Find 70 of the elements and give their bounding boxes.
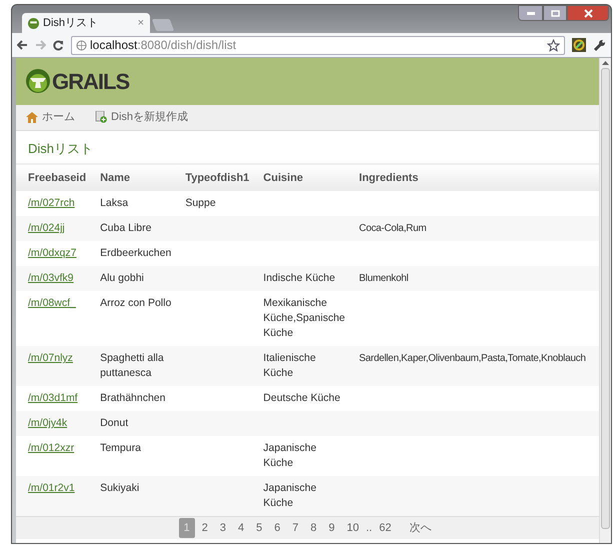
ellipsis: .. [366, 520, 372, 536]
page-link[interactable]: 62 [374, 518, 396, 538]
id-link[interactable]: /m/08wcf_ [28, 297, 76, 310]
table-cell: Indische Küche [263, 272, 336, 284]
id-link[interactable]: /m/012xzr [28, 442, 74, 454]
maximize-button[interactable] [543, 5, 567, 21]
page-link[interactable]: 4 [233, 518, 250, 538]
table-cell: Sukiyaki [100, 482, 140, 494]
logo-icon [28, 18, 39, 28]
id-link[interactable]: /m/07nlyz [28, 352, 73, 364]
page-link[interactable]: 7 [287, 518, 304, 538]
table-cell: Japanische Küche [263, 442, 316, 470]
globe-icon [76, 40, 87, 50]
table-cell: Tempura [100, 442, 141, 454]
nav-link[interactable]: ホーム [26, 109, 75, 126]
address-bar[interactable]: localhost:8080/dish/dish/list [71, 36, 565, 54]
maximize-icon [550, 10, 560, 16]
table-cell: Sardellen,Kaper,Olivenbaum,Pasta,Tomate,Knoblauch [359, 353, 586, 364]
url-path: :8080/dish/dish/list [137, 38, 236, 52]
tab-close-button[interactable]: × [138, 14, 144, 32]
minimize-button[interactable] [518, 5, 543, 21]
next-link[interactable]: 次へ [404, 518, 436, 538]
column-header[interactable]: Cuisine [255, 164, 352, 192]
page-link[interactable]: 9 [324, 518, 340, 538]
page-link[interactable]: 2 [196, 518, 213, 538]
document-add-icon [95, 111, 107, 124]
reload-icon[interactable] [53, 40, 64, 50]
page-link[interactable]: 6 [269, 518, 286, 538]
id-link[interactable]: /m/0dxqz7 [28, 247, 76, 260]
table-cell: Cuba Libre [100, 222, 152, 234]
table-cell: Spaghetti alla puttanesca [100, 352, 164, 380]
minimize-icon [526, 12, 534, 14]
column-header[interactable]: Typeofdish1 [177, 164, 256, 192]
id-link[interactable]: /m/027rch [28, 197, 75, 210]
table-cell: Deutsche Küche [263, 392, 340, 404]
extension-icon[interactable] [572, 38, 586, 52]
table-cell: Italienische Küche [263, 352, 316, 380]
column-header[interactable]: Name [92, 164, 178, 192]
close-button[interactable] [567, 5, 609, 21]
table-cell: Japanische Küche [263, 482, 316, 510]
page-link[interactable]: 5 [251, 518, 268, 538]
url-host: localhost [90, 38, 138, 52]
page-link[interactable]: 10 [342, 518, 364, 538]
table-cell: Alu gobhi [100, 272, 144, 284]
table-cell: Erdbeerkuchen [100, 247, 172, 260]
id-link[interactable]: /m/03d1mf [28, 392, 78, 404]
table-cell: Donut [100, 417, 128, 430]
table-cell: Coca-Cola,Rum [359, 223, 426, 234]
star-icon[interactable] [547, 38, 560, 52]
home-icon [26, 112, 38, 123]
back-icon[interactable] [17, 40, 28, 50]
table-cell: Arroz con Pollo [100, 297, 172, 310]
logo-icon [26, 69, 50, 94]
table-cell: Blumenkohl [359, 273, 408, 284]
page-link[interactable]: 3 [214, 518, 231, 538]
tab-title: Dishリスト [43, 16, 100, 31]
table-cell: Brathähnchen [100, 392, 166, 404]
table-cell: Suppe [185, 197, 216, 210]
page-link[interactable]: 8 [306, 518, 322, 538]
close-icon [584, 8, 592, 18]
browser-tab[interactable]: Dishリスト × [22, 13, 150, 33]
id-link[interactable]: /m/01r2v1 [28, 482, 75, 494]
logo-wordmark: GRAILS [52, 68, 130, 96]
table-cell: Mexikanische Küche,Spanische Küche [263, 297, 346, 340]
settings-icon[interactable] [593, 38, 606, 52]
nav-link[interactable]: Dishを新規作成 [95, 109, 188, 126]
table-cell: Laksa [100, 197, 128, 210]
column-header[interactable]: Ingredients [351, 164, 599, 192]
column-header[interactable]: Freebaseid [16, 164, 92, 192]
page-title: Dishリスト [27, 140, 94, 158]
